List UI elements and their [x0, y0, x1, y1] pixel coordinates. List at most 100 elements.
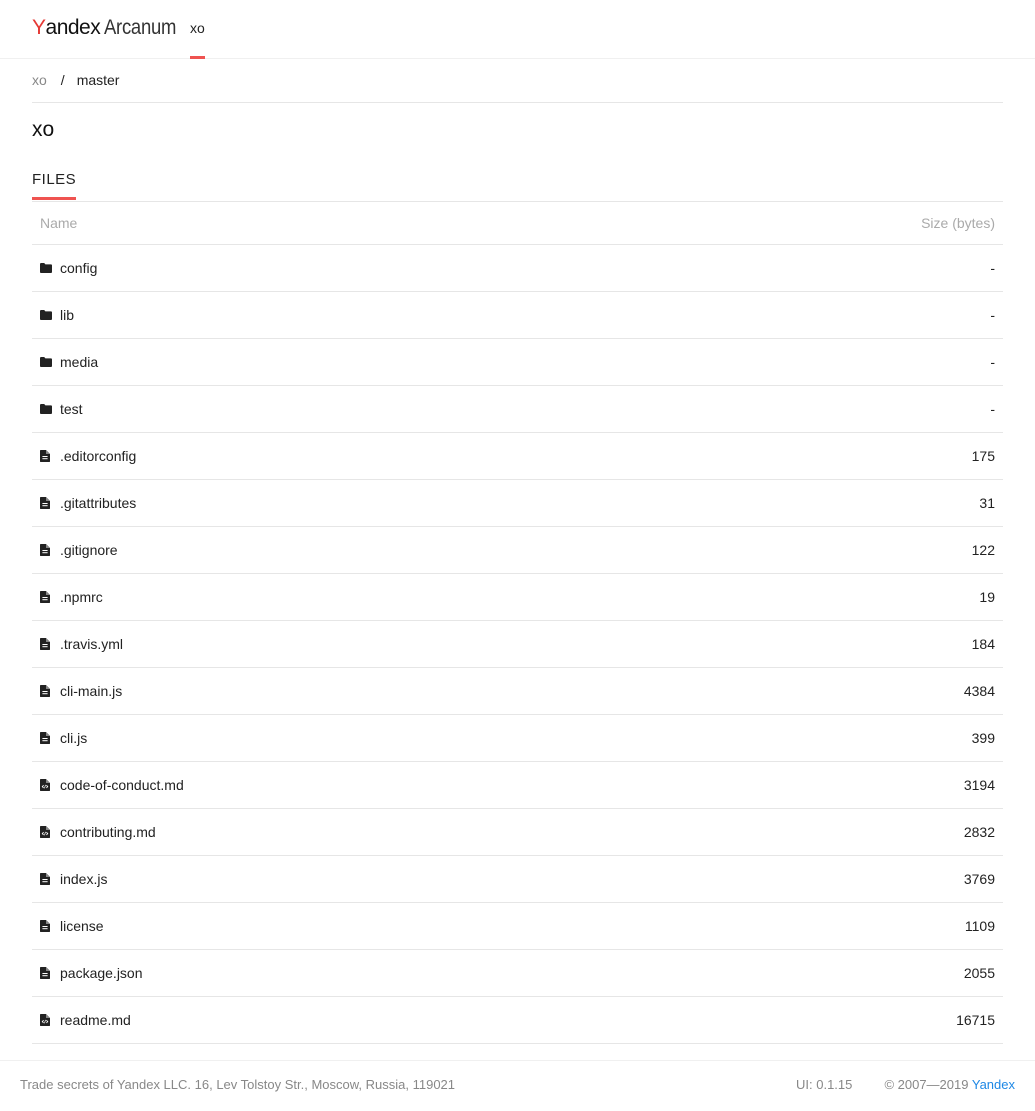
- row-name-cell: config: [40, 260, 97, 276]
- breadcrumb-branch: master: [76, 72, 120, 88]
- row-name-cell: .gitattributes: [40, 495, 136, 511]
- file-text-icon: [40, 920, 60, 932]
- row-name-cell: package.json: [40, 965, 143, 981]
- table-row[interactable]: contributing.md 2832: [32, 809, 1003, 856]
- table-row[interactable]: .gitattributes 31: [32, 480, 1003, 527]
- folder-icon: [40, 404, 60, 414]
- table-row[interactable]: .editorconfig 175: [32, 433, 1003, 480]
- file-name-link[interactable]: .travis.yml: [60, 636, 123, 652]
- file-name-link[interactable]: readme.md: [60, 1012, 131, 1028]
- row-name-cell: readme.md: [40, 1012, 131, 1028]
- file-text-icon: [40, 638, 60, 650]
- row-size-cell: -: [990, 401, 995, 417]
- row-size-cell: 3769: [963, 871, 995, 887]
- file-name-link[interactable]: license: [60, 918, 104, 934]
- file-text-icon: [40, 450, 60, 462]
- row-name-cell: .gitignore: [40, 542, 118, 558]
- table-row[interactable]: license 1109: [32, 903, 1003, 950]
- file-name-link[interactable]: package.json: [60, 965, 143, 981]
- row-name-cell: cli-main.js: [40, 683, 122, 699]
- file-text-icon: [40, 967, 60, 979]
- row-name-cell: index.js: [40, 871, 107, 887]
- tab-bar: FILES: [32, 169, 1003, 202]
- row-size-cell: 184: [971, 636, 995, 652]
- logo-yandex-text: andex: [45, 16, 101, 39]
- folder-icon: [40, 263, 60, 273]
- table-row[interactable]: index.js 3769: [32, 856, 1003, 903]
- tab-files-label: FILES: [32, 171, 77, 188]
- row-size-cell: 2832: [963, 824, 995, 840]
- column-header-name[interactable]: Name: [40, 215, 77, 231]
- table-row[interactable]: lib -: [32, 292, 1003, 339]
- row-name-cell: cli.js: [40, 730, 87, 746]
- footer: Trade secrets of Yandex LLC. 16, Lev Tol…: [0, 1060, 1035, 1111]
- breadcrumb-repo-link[interactable]: xo: [32, 72, 47, 88]
- footer-legal-text: Trade secrets of Yandex LLC. 16, Lev Tol…: [20, 1077, 456, 1092]
- file-name-link[interactable]: contributing.md: [60, 824, 156, 840]
- footer-yandex-link[interactable]: Yandex: [972, 1077, 1015, 1092]
- logo-arcanum-text: Arcanum: [104, 16, 177, 39]
- yandex-arcanum-logo[interactable]: Yandex Arcanum: [32, 16, 186, 42]
- file-text-icon: [40, 497, 60, 509]
- table-row[interactable]: config -: [32, 245, 1003, 292]
- row-size-cell: 3194: [963, 777, 995, 793]
- row-size-cell: 1109: [964, 918, 995, 934]
- file-code-icon: [40, 1014, 60, 1026]
- table-row[interactable]: code-of-conduct.md 3194: [32, 762, 1003, 809]
- row-size-cell: 122: [971, 542, 995, 558]
- tab-files[interactable]: FILES: [32, 171, 77, 200]
- file-name-link[interactable]: .gitattributes: [60, 495, 136, 511]
- file-text-icon: [40, 544, 60, 556]
- row-name-cell: code-of-conduct.md: [40, 777, 184, 793]
- row-size-cell: -: [990, 354, 995, 370]
- table-row[interactable]: cli.js 399: [32, 715, 1003, 762]
- file-name-link[interactable]: .npmrc: [60, 589, 103, 605]
- table-row[interactable]: readme.md 16715: [32, 997, 1003, 1044]
- file-code-icon: [40, 826, 60, 838]
- folder-icon: [40, 357, 60, 367]
- row-size-cell: 2055: [963, 965, 995, 981]
- row-size-cell: 175: [971, 448, 995, 464]
- table-row[interactable]: .gitignore 122: [32, 527, 1003, 574]
- folder-name-link[interactable]: test: [60, 401, 83, 417]
- row-size-cell: -: [990, 307, 995, 323]
- footer-ui-version: UI: 0.1.15: [796, 1077, 853, 1092]
- file-text-icon: [40, 591, 60, 603]
- file-name-link[interactable]: cli-main.js: [60, 683, 122, 699]
- row-name-cell: lib: [40, 307, 74, 323]
- folder-name-link[interactable]: lib: [60, 307, 74, 323]
- nav-tab-active-indicator: [190, 56, 205, 59]
- row-name-cell: contributing.md: [40, 824, 156, 840]
- row-name-cell: license: [40, 918, 104, 934]
- folder-name-link[interactable]: config: [60, 260, 97, 276]
- table-row[interactable]: package.json 2055: [32, 950, 1003, 997]
- footer-copyright: © 2007—2019 Yandex: [884, 1077, 1015, 1092]
- table-row[interactable]: .travis.yml 184: [32, 621, 1003, 668]
- table-header: Name Size (bytes): [32, 202, 1003, 245]
- row-size-cell: 399: [971, 730, 995, 746]
- table-body: config - lib - media - test - .editorconfig 175 .g…: [32, 245, 1003, 1044]
- folder-name-link[interactable]: media: [60, 354, 98, 370]
- row-name-cell: .npmrc: [40, 589, 103, 605]
- file-name-link[interactable]: cli.js: [60, 730, 87, 746]
- breadcrumb-separator: /: [60, 72, 65, 88]
- table-row[interactable]: media -: [32, 339, 1003, 386]
- logo-letter-y: Y: [32, 16, 46, 39]
- footer-copyright-text: © 2007—2019: [884, 1077, 969, 1092]
- breadcrumb: xo / master: [32, 72, 1003, 103]
- file-name-link[interactable]: code-of-conduct.md: [60, 777, 184, 793]
- row-name-cell: .editorconfig: [40, 448, 136, 464]
- table-row[interactable]: cli-main.js 4384: [32, 668, 1003, 715]
- row-size-cell: 19: [979, 589, 995, 605]
- row-name-cell: .travis.yml: [40, 636, 123, 652]
- file-name-link[interactable]: index.js: [60, 871, 107, 887]
- file-name-link[interactable]: .gitignore: [60, 542, 118, 558]
- nav-tab-xo[interactable]: xo: [190, 0, 205, 59]
- file-code-icon: [40, 779, 60, 791]
- table-row[interactable]: test -: [32, 386, 1003, 433]
- files-table: Name Size (bytes) config - lib - media - test -…: [32, 202, 1003, 1044]
- table-row[interactable]: .npmrc 19: [32, 574, 1003, 621]
- file-name-link[interactable]: .editorconfig: [60, 448, 136, 464]
- row-name-cell: test: [40, 401, 83, 417]
- column-header-size[interactable]: Size (bytes): [921, 215, 995, 231]
